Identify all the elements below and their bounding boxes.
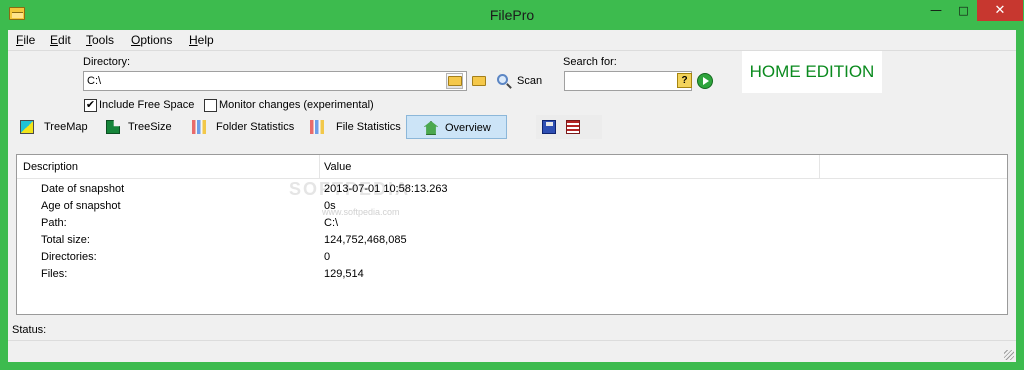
view-folder-statistics-label: Folder Statistics xyxy=(216,121,295,133)
directory-input[interactable]: C:\ xyxy=(83,71,467,91)
close-button[interactable]: ✕ xyxy=(977,0,1023,21)
view-treesize-button[interactable]: TreeSize xyxy=(102,115,174,139)
bottom-strip xyxy=(8,340,1016,362)
menu-options-accelerator: O xyxy=(131,33,141,47)
overview-icon xyxy=(424,121,438,135)
menu-edit-accelerator: E xyxy=(50,33,59,47)
column-separator[interactable] xyxy=(319,155,320,179)
search-label: Search for: xyxy=(563,56,617,68)
actions-group xyxy=(536,115,602,139)
open-folder-icon[interactable] xyxy=(472,76,486,86)
view-treemap-button[interactable]: TreeMap xyxy=(16,115,94,139)
overview-grid[interactable]: Description Value SOFTPEDIA www.softpedi… xyxy=(16,154,1008,315)
include-free-space-checkbox[interactable]: ✔ xyxy=(84,99,97,112)
table-row[interactable]: Files: 129,514 xyxy=(17,266,1007,283)
row-description: Age of snapshot xyxy=(41,200,121,212)
directory-label: Directory: xyxy=(83,56,131,68)
table-row[interactable]: Age of snapshot 0s xyxy=(17,198,1007,215)
menu-bar: File Edit Tools Options Help xyxy=(8,30,1016,50)
client-area: File Edit Tools Options Help Directory: … xyxy=(8,30,1016,362)
column-header-value[interactable]: Value xyxy=(324,161,351,173)
folder-browse-icon xyxy=(448,76,462,86)
browse-directory-button[interactable] xyxy=(446,73,463,89)
folder-statistics-icon xyxy=(192,120,206,134)
column-header-description[interactable]: Description xyxy=(23,161,78,173)
row-description: Date of snapshot xyxy=(41,183,125,195)
maximize-button[interactable]: □ xyxy=(950,0,977,21)
menu-tools[interactable]: Tools xyxy=(86,33,114,47)
window-title: FilePro xyxy=(489,7,535,23)
view-treemap-label: TreeMap xyxy=(44,121,88,133)
row-value: C:\ xyxy=(324,217,339,229)
row-value: 0 xyxy=(324,251,331,263)
menu-help-label: elp xyxy=(197,33,214,47)
menu-help[interactable]: Help xyxy=(189,33,214,47)
menu-options[interactable]: Options xyxy=(131,33,172,47)
title-bar[interactable]: FilePro — □ ✕ xyxy=(0,0,1024,30)
status-bar: Status: xyxy=(8,320,1016,340)
table-row[interactable]: Path: C:\ xyxy=(17,215,1007,232)
view-file-statistics-button[interactable]: File Statistics xyxy=(306,115,402,139)
row-description: Total size: xyxy=(41,234,90,246)
toolbar: Directory: C:\ Scan Search for: ? HOME E… xyxy=(8,50,1016,144)
minimize-button[interactable]: — xyxy=(922,0,950,21)
table-row[interactable]: Total size: 124,752,468,085 xyxy=(17,232,1007,249)
table-row[interactable]: Directories: 0 xyxy=(17,249,1007,266)
view-overview-button[interactable]: Overview xyxy=(406,115,507,139)
search-go-icon[interactable] xyxy=(697,73,713,89)
row-value: 124,752,468,085 xyxy=(324,234,407,246)
menu-file[interactable]: File xyxy=(16,33,35,47)
row-value: 0s xyxy=(324,200,336,212)
resize-grip-icon[interactable] xyxy=(1004,350,1014,360)
view-file-statistics-label: File Statistics xyxy=(336,121,401,133)
view-overview-label: Overview xyxy=(445,122,491,134)
include-free-space-label[interactable]: Include Free Space xyxy=(99,99,194,111)
menu-tools-label: ools xyxy=(92,33,115,47)
status-label: Status: xyxy=(12,324,47,336)
row-description: Directories: xyxy=(41,251,97,263)
export-list-icon[interactable] xyxy=(566,120,580,134)
search-help-icon[interactable]: ? xyxy=(677,73,692,88)
file-statistics-icon xyxy=(310,120,324,134)
menu-help-accelerator: H xyxy=(189,33,198,47)
treemap-icon xyxy=(20,120,34,134)
row-value: 129,514 xyxy=(324,268,364,280)
treesize-icon xyxy=(106,120,120,134)
view-folder-statistics-button[interactable]: Folder Statistics xyxy=(188,115,302,139)
menu-edit[interactable]: Edit xyxy=(50,33,71,47)
monitor-changes-label[interactable]: Monitor changes (experimental) xyxy=(219,99,374,111)
row-description: Files: xyxy=(41,268,68,280)
scan-magnifier-icon[interactable] xyxy=(497,74,508,85)
menu-file-label: ile xyxy=(23,33,36,47)
column-separator[interactable] xyxy=(819,155,820,179)
table-row[interactable]: Date of snapshot 2013-07-01 10:58:13.263 xyxy=(17,181,1007,198)
edition-banner: HOME EDITION xyxy=(742,51,882,93)
row-description: Path: xyxy=(41,217,67,229)
scan-button[interactable]: Scan xyxy=(517,75,542,87)
save-icon[interactable] xyxy=(542,120,556,134)
menu-options-label: ptions xyxy=(140,33,173,47)
app-window: FilePro — □ ✕ File Edit Tools Options He… xyxy=(0,0,1024,370)
grid-header: Description Value xyxy=(17,155,1007,179)
search-input[interactable] xyxy=(564,71,692,91)
menu-edit-label: dit xyxy=(58,33,71,47)
view-treesize-label: TreeSize xyxy=(128,121,172,133)
row-value: 2013-07-01 10:58:13.263 xyxy=(324,183,448,195)
monitor-changes-checkbox[interactable] xyxy=(204,99,217,112)
